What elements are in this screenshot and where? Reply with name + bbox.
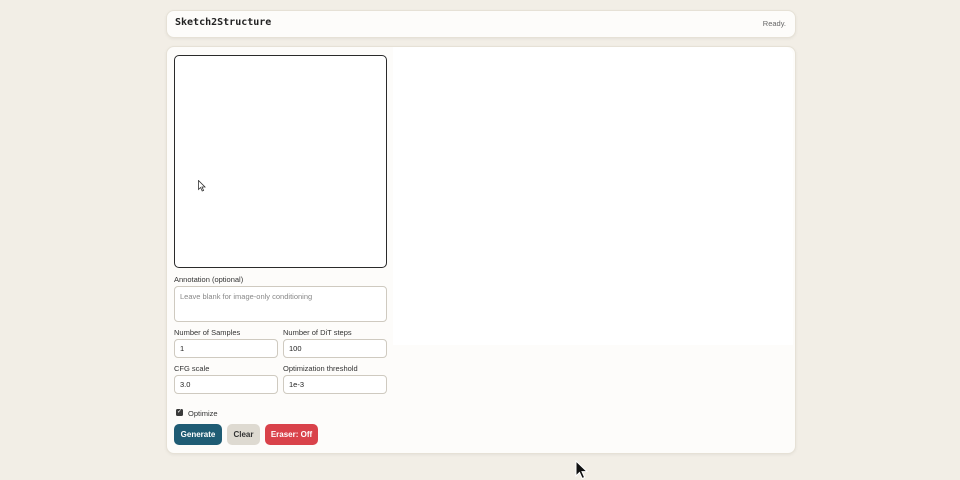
output-area bbox=[393, 47, 793, 345]
cfg-scale-label: CFG scale bbox=[174, 364, 210, 373]
app-root: { "header": { "app_title": "Sketch2Struc… bbox=[0, 0, 960, 480]
generate-button[interactable]: Generate bbox=[174, 424, 222, 445]
opt-threshold-input[interactable]: 1e-3 bbox=[283, 375, 387, 394]
num-samples-input[interactable]: 1 bbox=[174, 339, 278, 358]
opt-threshold-label: Optimization threshold bbox=[283, 364, 358, 373]
clear-button[interactable]: Clear bbox=[227, 424, 260, 445]
app-header: Sketch2Structure Ready. bbox=[166, 10, 796, 38]
dit-steps-label: Number of DiT steps bbox=[283, 328, 352, 337]
annotation-textarea[interactable] bbox=[174, 286, 387, 322]
cfg-scale-input[interactable]: 3.0 bbox=[174, 375, 278, 394]
checkmark-icon: ✓ bbox=[176, 409, 183, 415]
optimize-checkbox[interactable]: ✓ bbox=[176, 409, 183, 416]
eraser-toggle-button[interactable]: Eraser: Off bbox=[265, 424, 318, 445]
dit-steps-input[interactable]: 100 bbox=[283, 339, 387, 358]
mouse-pointer-icon bbox=[198, 180, 206, 192]
optimize-label: Optimize bbox=[188, 409, 218, 418]
status-text: Ready. bbox=[762, 19, 786, 28]
num-samples-label: Number of Samples bbox=[174, 328, 241, 337]
annotation-label: Annotation (optional) bbox=[174, 275, 244, 284]
mouse-pointer-icon bbox=[575, 460, 588, 480]
sketch-canvas[interactable] bbox=[174, 55, 387, 268]
app-title: Sketch2Structure bbox=[175, 17, 272, 28]
main-panel: Annotation (optional) Number of Samples … bbox=[166, 46, 796, 454]
